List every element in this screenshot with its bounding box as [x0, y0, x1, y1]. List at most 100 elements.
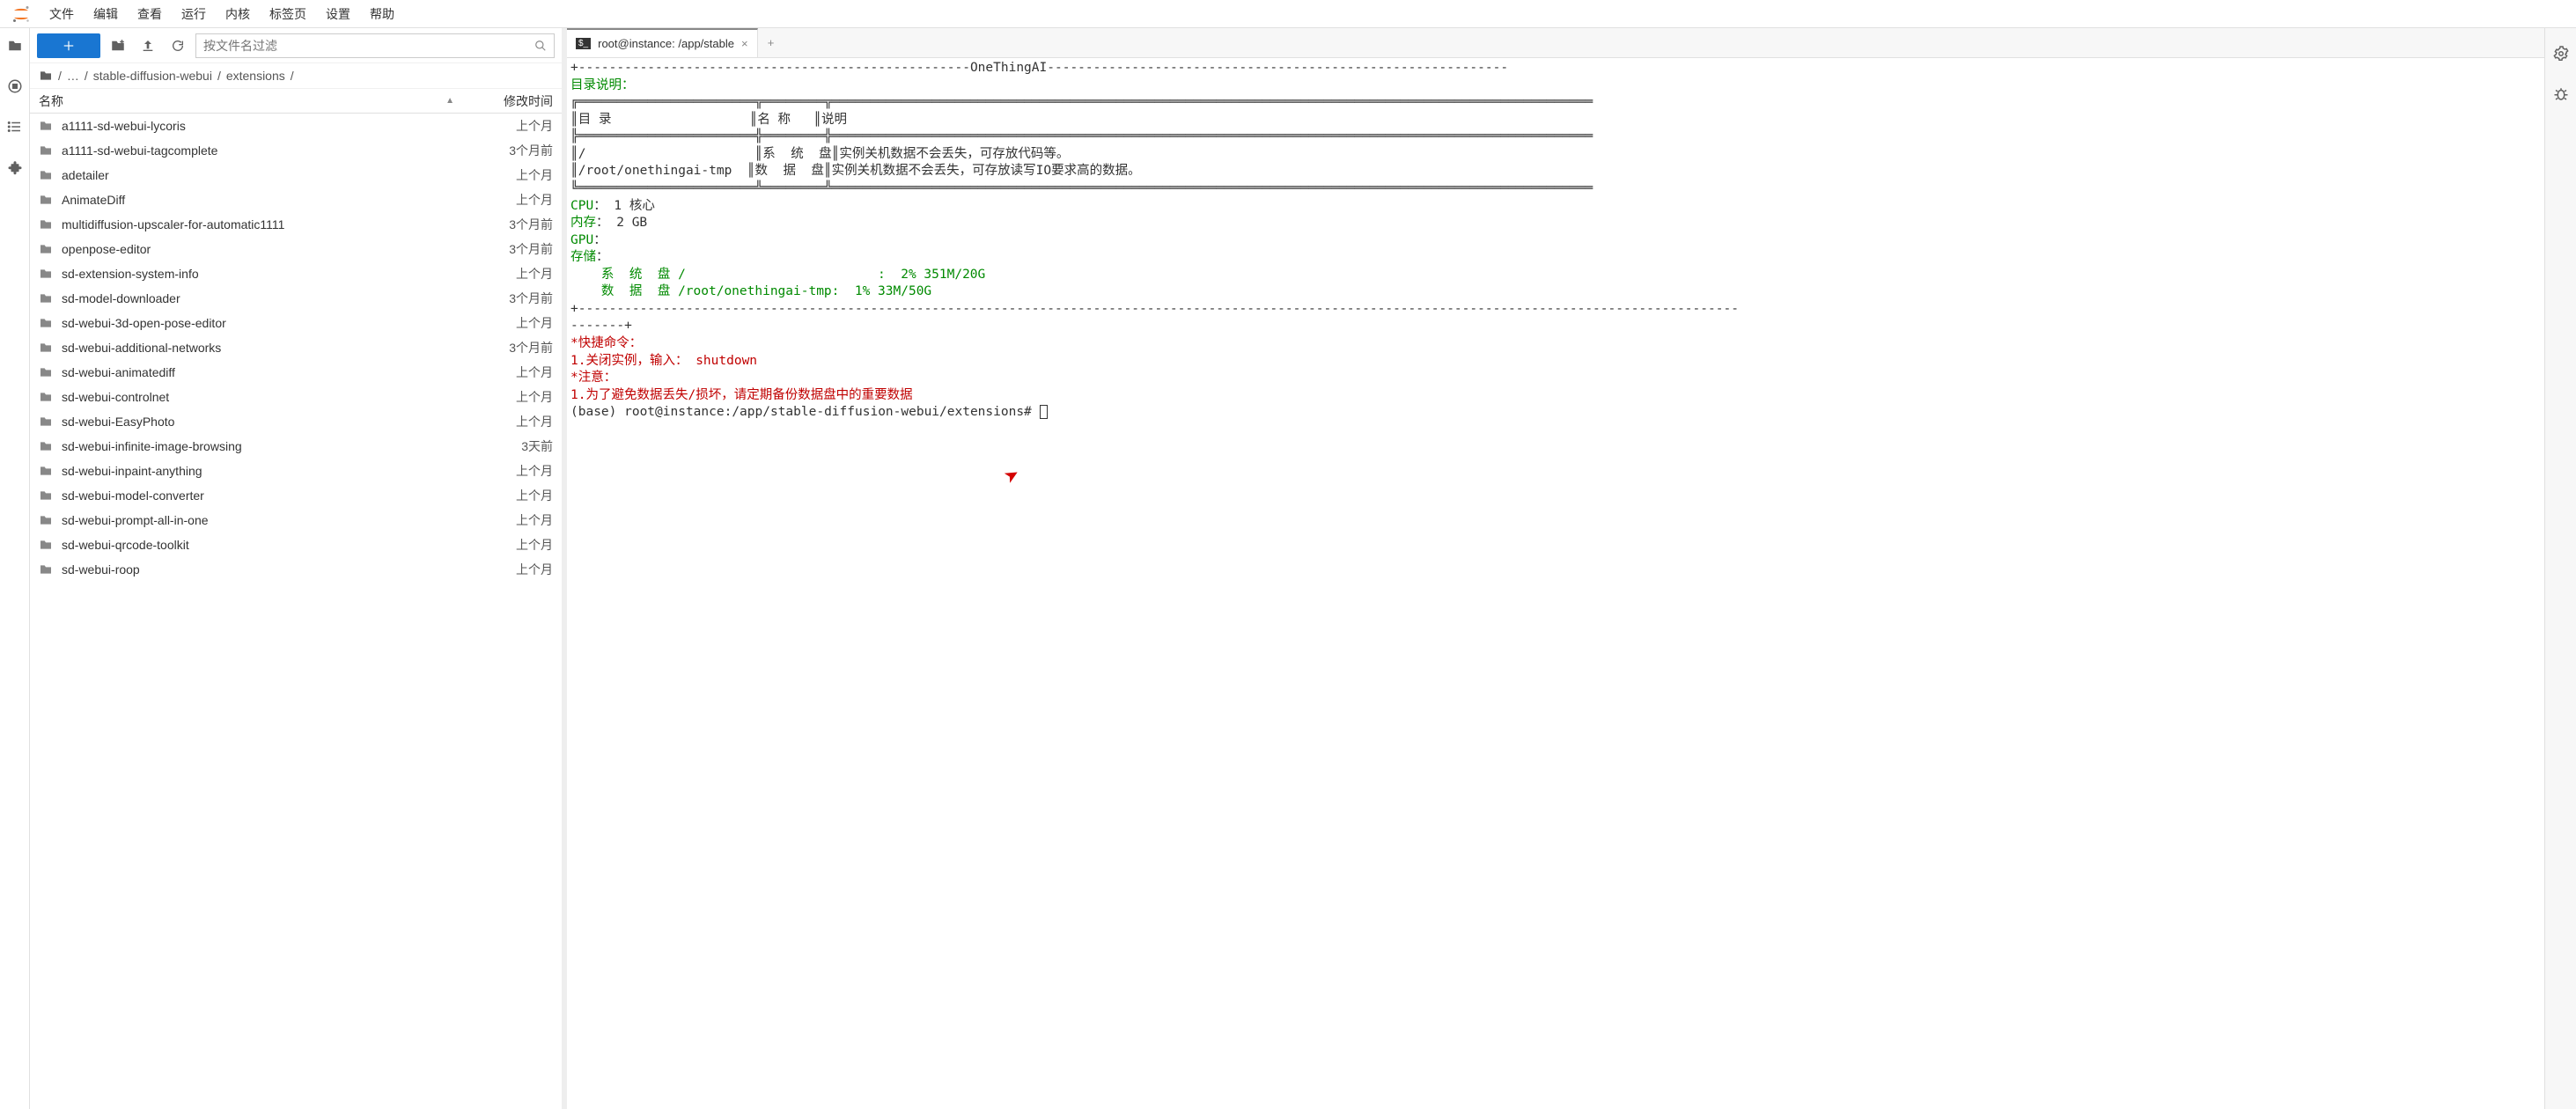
new-folder-icon[interactable] [106, 33, 130, 58]
table-row[interactable]: a1111-sd-webui-tagcomplete3个月前 [30, 138, 562, 163]
terminal-tab[interactable]: $_ root@instance: /app/stable × [567, 28, 758, 57]
menu-6[interactable]: 设置 [317, 2, 359, 26]
folder-icon [39, 538, 53, 552]
file-name: openpose-editor [62, 242, 465, 256]
table-header: 名称 ▲ 修改时间 [30, 89, 562, 114]
table-row[interactable]: sd-webui-qrcode-toolkit上个月 [30, 532, 562, 557]
table-row[interactable]: sd-webui-additional-networks3个月前 [30, 335, 562, 360]
file-mtime: 3个月前 [465, 339, 553, 356]
file-name: adetailer [62, 168, 465, 182]
property-inspector-icon[interactable] [2553, 46, 2569, 62]
table-row[interactable]: sd-webui-prompt-all-in-one上个月 [30, 508, 562, 532]
file-name: sd-webui-controlnet [62, 390, 465, 404]
file-mtime: 上个月 [465, 364, 553, 381]
file-name: sd-webui-EasyPhoto [62, 415, 465, 429]
breadcrumb-seg[interactable]: … [67, 69, 79, 83]
column-name[interactable]: 名称 ▲ [39, 92, 465, 110]
terminal-output[interactable]: +---------------------------------------… [567, 58, 2544, 1109]
folder-icon [39, 119, 53, 133]
menu-5[interactable]: 标签页 [261, 2, 315, 26]
table-row[interactable]: sd-webui-inpaint-anything上个月 [30, 459, 562, 483]
menu-4[interactable]: 内核 [217, 2, 259, 26]
table-row[interactable]: sd-webui-EasyPhoto上个月 [30, 409, 562, 434]
table-row[interactable]: AnimateDiff上个月 [30, 187, 562, 212]
activity-bar [0, 28, 30, 1109]
jupyter-logo [11, 4, 32, 25]
folder-icon [39, 415, 53, 429]
menu-0[interactable]: 文件 [40, 2, 83, 26]
breadcrumb[interactable]: / … / stable-diffusion-webui / extension… [30, 63, 562, 89]
breadcrumb-seg[interactable]: / [58, 69, 62, 83]
refresh-icon[interactable] [166, 33, 190, 58]
folder-icon [39, 488, 53, 503]
file-name: sd-webui-animatediff [62, 365, 465, 379]
filter-box[interactable] [195, 33, 555, 58]
toc-icon[interactable] [6, 118, 24, 136]
close-icon[interactable]: × [741, 37, 748, 50]
upload-icon[interactable] [136, 33, 160, 58]
file-name: a1111-sd-webui-lycoris [62, 119, 465, 133]
menu-1[interactable]: 编辑 [85, 2, 127, 26]
table-row[interactable]: sd-webui-infinite-image-browsing3天前 [30, 434, 562, 459]
table-row[interactable]: sd-webui-3d-open-pose-editor上个月 [30, 311, 562, 335]
table-row[interactable]: sd-webui-controlnet上个月 [30, 385, 562, 409]
folder-icon [39, 365, 53, 379]
menu-2[interactable]: 查看 [129, 2, 171, 26]
table-row[interactable]: sd-extension-system-info上个月 [30, 261, 562, 286]
breadcrumb-seg[interactable]: extensions [226, 69, 285, 83]
folder-icon [39, 69, 53, 83]
file-mtime: 上个月 [465, 462, 553, 480]
terminal-icon: $_ [576, 38, 591, 49]
debug-icon[interactable] [2553, 86, 2569, 102]
table-row[interactable]: sd-model-downloader3个月前 [30, 286, 562, 311]
menu-7[interactable]: 帮助 [361, 2, 403, 26]
table-row[interactable]: a1111-sd-webui-lycoris上个月 [30, 114, 562, 138]
file-name: sd-webui-additional-networks [62, 341, 465, 355]
table-row[interactable]: multidiffusion-upscaler-for-automatic111… [30, 212, 562, 237]
file-mtime: 上个月 [465, 117, 553, 135]
file-mtime: 上个月 [465, 166, 553, 184]
file-list: a1111-sd-webui-lycoris上个月a1111-sd-webui-… [30, 114, 562, 1109]
filter-input[interactable] [203, 39, 534, 53]
folder-icon [39, 217, 53, 231]
breadcrumb-seg[interactable]: stable-diffusion-webui [93, 69, 212, 83]
file-name: AnimateDiff [62, 193, 465, 207]
right-sidebar [2544, 28, 2576, 1109]
file-name: sd-webui-infinite-image-browsing [62, 439, 465, 453]
table-row[interactable]: sd-webui-animatediff上个月 [30, 360, 562, 385]
table-row[interactable]: adetailer上个月 [30, 163, 562, 187]
folder-icon [39, 513, 53, 527]
tab-bar: $_ root@instance: /app/stable × + [567, 28, 2544, 58]
folder-icon [39, 267, 53, 281]
menu-bar: 文件编辑查看运行内核标签页设置帮助 [0, 0, 2576, 28]
file-mtime: 3天前 [465, 437, 553, 455]
file-mtime: 3个月前 [465, 216, 553, 233]
file-mtime: 上个月 [465, 265, 553, 283]
file-mtime: 3个月前 [465, 290, 553, 307]
table-row[interactable]: openpose-editor3个月前 [30, 237, 562, 261]
file-mtime: 3个月前 [465, 240, 553, 258]
column-mtime[interactable]: 修改时间 [465, 92, 553, 110]
file-mtime: 3个月前 [465, 142, 553, 159]
breadcrumb-seg: / [217, 69, 221, 83]
file-toolbar [30, 28, 562, 63]
menu-3[interactable]: 运行 [173, 2, 215, 26]
folder-icon [39, 464, 53, 478]
new-launcher-button[interactable] [37, 33, 100, 58]
folder-icon[interactable] [6, 37, 24, 55]
file-mtime: 上个月 [465, 561, 553, 578]
table-row[interactable]: sd-webui-roop上个月 [30, 557, 562, 582]
file-name: sd-webui-inpaint-anything [62, 464, 465, 478]
folder-icon [39, 439, 53, 453]
folder-icon [39, 193, 53, 207]
file-name: sd-webui-model-converter [62, 488, 465, 503]
terminal-panel: $_ root@instance: /app/stable × + +-----… [567, 28, 2544, 1109]
file-name: a1111-sd-webui-tagcomplete [62, 143, 465, 158]
running-icon[interactable] [6, 77, 24, 95]
add-tab-button[interactable]: + [758, 36, 784, 49]
folder-icon [39, 341, 53, 355]
file-mtime: 上个月 [465, 536, 553, 554]
tab-title: root@instance: /app/stable [598, 37, 734, 50]
extensions-icon[interactable] [6, 158, 24, 176]
table-row[interactable]: sd-webui-model-converter上个月 [30, 483, 562, 508]
